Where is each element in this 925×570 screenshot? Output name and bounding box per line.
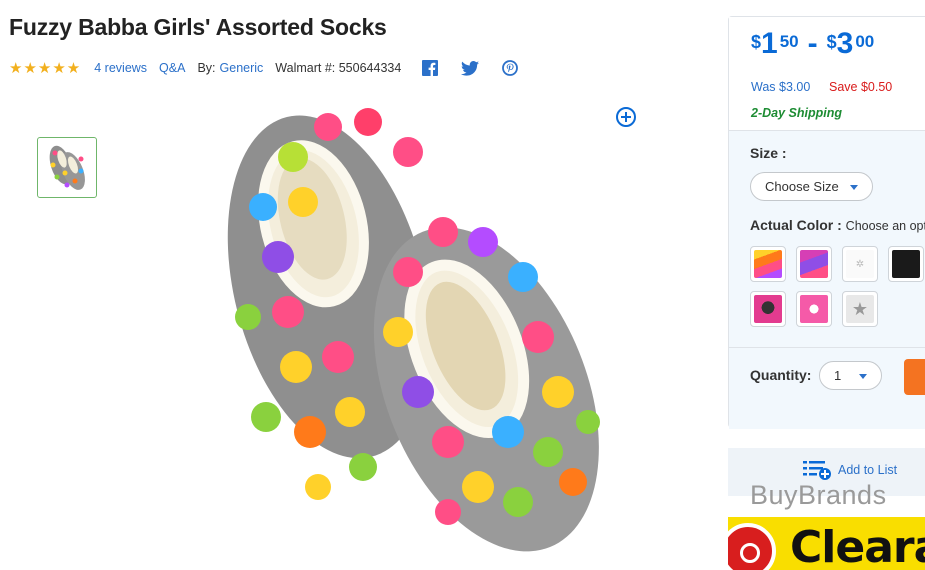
qa-link[interactable]: Q&A [159, 61, 185, 75]
size-select-value: Choose Size [765, 179, 839, 194]
save-amount: Save $0.50 [829, 80, 893, 94]
add-to-cart-button[interactable] [904, 359, 925, 395]
spark-badge-icon [728, 523, 776, 570]
social-share [421, 59, 541, 77]
facebook-icon[interactable] [421, 59, 439, 77]
shipping-badge: 2-Day Shipping [751, 106, 842, 120]
color-label-text: Actual Color : [750, 217, 842, 233]
product-title: Fuzzy Babba Girls' Assorted Socks [9, 14, 387, 40]
chevron-down-icon [859, 374, 867, 379]
price-high-cents: 00 [855, 32, 875, 51]
zoom-in-icon[interactable] [615, 106, 637, 128]
color-swatch-black[interactable] [888, 246, 924, 282]
clearance-text: Clearanc [790, 522, 925, 570]
walmart-number: Walmart #: 550644334 [275, 61, 402, 75]
pinterest-icon[interactable] [501, 59, 519, 77]
watermark: BuyBrands [750, 480, 887, 510]
buy-box: $ 1 50 - $ 3 00 Was $3.00 Save $0.50 2-D… [728, 16, 925, 429]
size-label: Size : [750, 145, 787, 161]
chevron-down-icon [850, 185, 858, 190]
color-swatch-rainbow-stripe[interactable] [750, 246, 786, 282]
was-price: Was $3.00 [751, 80, 811, 94]
color-hint: Choose an opt [845, 219, 925, 233]
currency-symbol: $ [751, 32, 762, 52]
color-swatch-silver-star[interactable]: ★ [842, 291, 878, 327]
divider [729, 347, 925, 348]
color-label: Actual Color : Choose an opt [750, 217, 925, 233]
price-dash: - [807, 27, 818, 60]
reviews-link[interactable]: 4 reviews [94, 61, 147, 75]
product-image[interactable] [218, 92, 618, 552]
price-section: $ 1 50 - $ 3 00 Was $3.00 Save $0.50 2-D… [729, 17, 925, 131]
quantity-label: Quantity: [750, 367, 812, 383]
color-swatch-character-print[interactable] [750, 291, 786, 327]
by-label: By: [197, 61, 216, 75]
price-low-cents: 50 [779, 32, 799, 51]
twitter-icon[interactable] [461, 59, 480, 77]
currency-symbol: $ [826, 32, 837, 52]
rating-stars[interactable]: ★★★★★ [9, 59, 81, 77]
price-high-whole: 3 [836, 27, 854, 60]
price-range: $ 1 50 - $ 3 00 [751, 29, 874, 59]
size-select[interactable]: Choose Size [750, 172, 873, 201]
add-list-icon [803, 461, 831, 480]
color-swatch-white[interactable]: ✲ [842, 246, 878, 282]
color-swatch-pink-print[interactable] [796, 291, 832, 327]
product-thumbnail[interactable] [37, 137, 97, 198]
quantity-select[interactable]: 1 [819, 361, 882, 390]
options-section: Size : Choose Size Actual Color : Choose… [729, 131, 925, 429]
quantity-value: 1 [834, 368, 842, 383]
product-page: Fuzzy Babba Girls' Assorted Socks ★★★★★ … [0, 0, 925, 570]
clearance-banner[interactable]: Clearanc [728, 517, 925, 570]
product-meta-row: ★★★★★ 4 reviews Q&A By: Generic Walmart … [9, 59, 541, 77]
price-low-whole: 1 [761, 27, 778, 60]
color-swatch-purple-stripe[interactable] [796, 246, 832, 282]
slipper-thumbnail-image [49, 145, 85, 190]
add-to-list-label: Add to List [838, 463, 898, 477]
add-to-list-button[interactable]: Add to List [803, 459, 897, 481]
brand-link[interactable]: Generic [220, 61, 264, 75]
